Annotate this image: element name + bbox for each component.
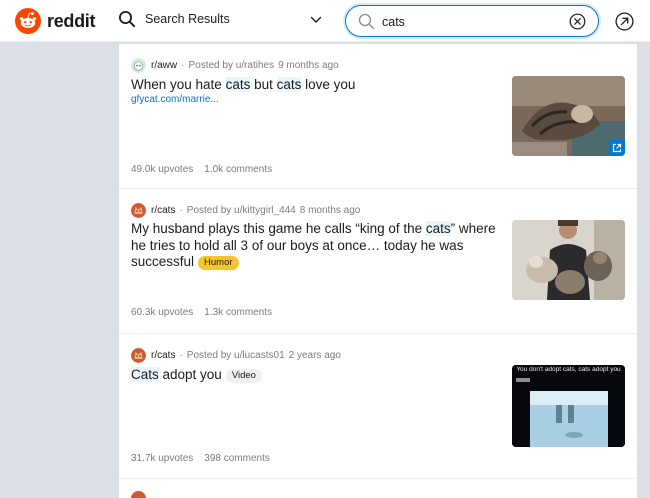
post-card[interactable] <box>119 479 637 498</box>
title-text: adopt you <box>158 367 222 382</box>
post-meta: r/cats · Posted by u/kittygirl_444 8 mon… <box>131 203 360 218</box>
title-text: but <box>250 77 277 92</box>
popout-icon[interactable] <box>615 12 634 31</box>
subreddit-name[interactable]: r/aww <box>151 60 177 71</box>
post-card[interactable]: r/aww · Posted by u/ratihes 9 months ago… <box>119 44 637 189</box>
external-link-icon[interactable] <box>609 140 625 156</box>
reddit-logo[interactable]: reddit <box>15 8 96 34</box>
post-meta: r/cats · Posted by u/lucasts01 2 years a… <box>131 348 341 363</box>
reddit-snoo-icon <box>15 8 41 34</box>
flair-badge[interactable]: Video <box>225 369 262 383</box>
title-text: My husband plays this game he calls “kin… <box>131 221 426 236</box>
title-highlight: cats <box>225 77 251 92</box>
post-time: 2 years ago <box>288 350 341 361</box>
reddit-wordmark: reddit <box>47 10 96 31</box>
subreddit-avatar-icon <box>131 58 146 73</box>
comment-count[interactable]: 398 comments <box>204 453 270 464</box>
breadcrumb[interactable]: Search Results <box>118 10 230 28</box>
subreddit-avatar-icon <box>131 203 146 218</box>
posted-by[interactable]: Posted by u/lucasts01 <box>187 350 285 361</box>
title-highlight: cats <box>425 221 451 236</box>
video-caption: You don't adopt cats, cats adopt you <box>516 366 621 373</box>
video-thumbnail-image <box>512 365 625 447</box>
page-title: Search Results <box>145 12 230 26</box>
post-thumbnail[interactable]: You don't adopt cats, cats adopt you <box>512 365 625 447</box>
post-thumbnail[interactable] <box>512 220 625 300</box>
posted-by[interactable]: Posted by u/kittygirl_444 <box>187 205 296 216</box>
title-text: When you hate <box>131 77 226 92</box>
post-meta: r/aww · Posted by u/ratihes 9 months ago <box>131 58 339 73</box>
cat-thumbnail-image <box>512 220 625 300</box>
posted-by[interactable]: Posted by u/ratihes <box>188 60 274 71</box>
title-highlight: Cats <box>131 367 159 382</box>
post-time: 8 months ago <box>299 205 361 216</box>
upvote-count: 49.0k upvotes <box>131 164 194 175</box>
separator: · <box>179 205 183 216</box>
post-card[interactable]: r/cats · Posted by u/lucasts01 2 years a… <box>119 334 637 479</box>
post-title[interactable]: Cats adopt you Video <box>131 367 505 384</box>
search-input[interactable] <box>382 12 562 31</box>
post-link[interactable]: gfycat.com/marrie... <box>131 94 219 105</box>
subreddit-avatar-icon <box>131 348 146 363</box>
post-stats: 60.3k upvotes 1.3k comments <box>131 307 272 318</box>
separator: · <box>181 60 185 71</box>
comment-count[interactable]: 1.3k comments <box>204 307 272 318</box>
post-title[interactable]: My husband plays this game he calls “kin… <box>131 221 505 271</box>
post-title[interactable]: When you hate cats but cats love you <box>131 77 505 94</box>
clear-search-icon[interactable] <box>569 13 586 30</box>
search-icon <box>358 13 375 30</box>
post-stats: 31.7k upvotes 398 comments <box>131 453 270 464</box>
flair-badge[interactable]: Humor <box>198 256 239 270</box>
top-bar: reddit Search Results <box>0 0 650 42</box>
upvote-count: 60.3k upvotes <box>131 307 194 318</box>
subreddit-name[interactable]: r/cats <box>151 205 175 216</box>
post-card[interactable]: r/cats · Posted by u/kittygirl_444 8 mon… <box>119 189 637 334</box>
subreddit-name[interactable]: r/cats <box>151 350 175 361</box>
upvote-count: 31.7k upvotes <box>131 453 194 464</box>
search-bar <box>345 5 599 37</box>
title-text: love you <box>301 77 356 92</box>
post-stats: 49.0k upvotes 1.0k comments <box>131 164 272 175</box>
title-highlight: cats <box>276 77 302 92</box>
separator: · <box>179 350 183 361</box>
post-time: 9 months ago <box>278 60 339 71</box>
search-icon <box>119 11 136 28</box>
subreddit-avatar-icon <box>131 491 146 498</box>
chevron-down-icon[interactable] <box>310 15 322 25</box>
search-results-feed: r/aww · Posted by u/ratihes 9 months ago… <box>119 44 637 498</box>
post-thumbnail[interactable] <box>512 76 625 156</box>
comment-count[interactable]: 1.0k comments <box>204 164 272 175</box>
